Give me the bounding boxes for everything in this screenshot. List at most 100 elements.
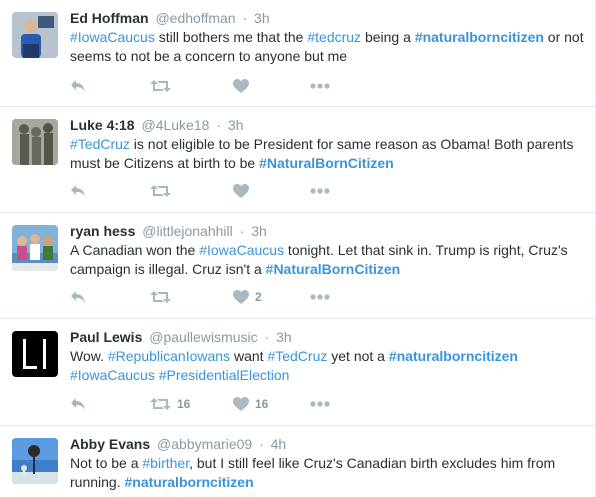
heart-icon [233,290,249,304]
more-icon [310,83,330,89]
tweet-text: Not to be a #birther, but I still feel l… [70,454,585,492]
more-icon [310,188,330,194]
user-name[interactable]: Paul Lewis [70,329,142,345]
retweet-icon [150,184,171,198]
user-name[interactable]: Abby Evans [70,436,150,452]
like-button[interactable] [233,181,249,201]
avatar[interactable] [12,12,58,58]
heart-icon [233,79,249,93]
like-button[interactable]: 16 [233,394,268,414]
retweet-button[interactable] [150,181,171,201]
retweet-icon [150,397,171,411]
hashtag-link[interactable]: #IowaCaucus [70,29,155,45]
tweet-text-segment: yet not a [327,348,389,364]
more-button[interactable] [310,394,330,414]
more-button[interactable] [310,287,330,307]
user-handle[interactable]: @4Luke18 [141,117,209,133]
tweet[interactable]: Ed Hoffman @edhoffman · 3h #IowaCaucus s… [0,0,595,107]
hashtag-link[interactable]: #tedcruz [307,29,361,45]
avatar-image-logo [12,331,58,377]
user-name[interactable]: ryan hess [70,223,135,239]
tweet-text-segment: Not to be a [70,455,143,471]
like-count: 16 [255,397,269,411]
separator: · [242,10,248,26]
tweet-text: #TedCruz is not eligible to be President… [70,135,585,173]
reply-button[interactable] [70,181,86,201]
hashtag-link[interactable]: #IowaCaucus [70,367,155,383]
tweet-text: Wow. #RepublicanIowans want #TedCruz yet… [70,347,585,385]
separator: · [264,329,270,345]
retweet-count: 16 [177,397,191,411]
tweet-actions: 16 16 [70,394,370,414]
tweet-actions [70,181,370,201]
hashtag-link[interactable]: #IowaCaucus [199,242,284,258]
tweet-text: A Canadian won the #IowaCaucus tonight. … [70,241,585,279]
avatar[interactable] [12,331,58,377]
retweet-icon [150,79,171,93]
avatar-image-landscape [12,438,58,484]
reply-button[interactable] [70,394,86,414]
reply-icon [70,79,86,93]
like-button[interactable] [233,76,249,96]
heart-icon [233,184,249,198]
heart-icon [233,397,249,411]
user-handle[interactable]: @abbymarie09 [157,436,252,452]
retweet-button[interactable]: 16 [150,394,190,414]
retweet-button[interactable] [150,76,171,96]
user-handle[interactable]: @paullewismusic [149,329,257,345]
retweet-icon [150,290,171,304]
avatar[interactable] [12,438,58,484]
avatar-image-statue [12,119,58,165]
tweet-text: #IowaCaucus still bothers me that the #t… [70,28,585,66]
like-count: 2 [255,290,262,304]
tweet[interactable]: ryan hess @littlejonahhill · 3h A Canadi… [0,213,595,319]
hashtag-link[interactable]: #RepublicanIowans [108,348,230,364]
reply-button[interactable] [70,76,86,96]
more-button[interactable] [310,181,330,201]
hashtag-link[interactable]: #naturalborncitizen [415,29,544,45]
reply-icon [70,397,86,411]
hashtag-link[interactable]: #PresidentialElection [159,367,290,383]
tweet[interactable]: Abby Evans @abbymarie09 · 4h Not to be a… [0,426,595,497]
tweet-text-segment: A Canadian won the [70,242,200,258]
more-button[interactable] [310,76,330,96]
like-button[interactable]: 2 [233,287,262,307]
user-name[interactable]: Luke 4:18 [70,117,135,133]
separator: · [239,223,245,239]
timeline: Ed Hoffman @edhoffman · 3h #IowaCaucus s… [0,0,596,497]
timestamp[interactable]: 3h [254,10,270,26]
tweet-actions [70,76,370,96]
timestamp[interactable]: 3h [228,117,244,133]
avatar-image-person [12,12,58,58]
reply-icon [70,184,86,198]
avatar[interactable] [12,119,58,165]
tweet-actions: 2 [70,287,370,307]
hashtag-link[interactable]: #naturalborncitizen [124,474,253,490]
hashtag-link[interactable]: #NaturalBornCitizen [259,155,394,171]
tweet-text-segment: still bothers me that the [154,29,308,45]
hashtag-link[interactable]: #TedCruz [267,348,327,364]
tweet[interactable]: Paul Lewis @paullewismusic · 3h Wow. #Re… [0,319,595,426]
hashtag-link[interactable]: #TedCruz [70,136,130,152]
user-handle[interactable]: @littlejonahhill [142,223,232,239]
retweet-button[interactable] [150,287,171,307]
tweet[interactable]: Luke 4:18 @4Luke18 · 3h #TedCruz is not … [0,107,595,213]
user-handle[interactable]: @edhoffman [155,10,235,26]
hashtag-link[interactable]: #naturalborncitizen [389,348,518,364]
timestamp[interactable]: 4h [271,436,287,452]
more-icon [310,294,330,300]
user-name[interactable]: Ed Hoffman [70,10,149,26]
avatar-image-group [12,225,58,271]
hashtag-link[interactable]: #NaturalBornCitizen [266,261,401,277]
reply-button[interactable] [70,287,86,307]
tweet-text-segment: Wow. [70,348,108,364]
hashtag-link[interactable]: #birther [142,455,189,471]
tweet-text-segment: want [230,348,268,364]
avatar[interactable] [12,225,58,271]
timestamp[interactable]: 3h [276,329,292,345]
tweet-text-segment: being a [361,29,415,45]
timestamp[interactable]: 3h [251,223,267,239]
separator: · [216,117,221,133]
more-icon [310,401,330,407]
reply-icon [70,290,86,304]
